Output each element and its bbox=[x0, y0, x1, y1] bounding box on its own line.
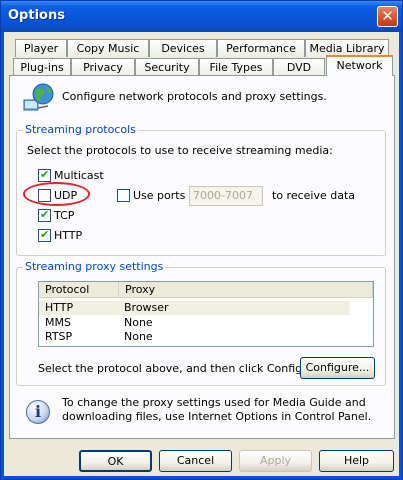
window-frame-left bbox=[1, 32, 4, 480]
http-label: HTTP bbox=[54, 229, 83, 242]
info-icon: i bbox=[26, 400, 50, 424]
protocol-cell: HTTP bbox=[45, 301, 74, 314]
proxy-list[interactable]: Protocol Proxy HTTP Browser MMS None RTS… bbox=[38, 281, 374, 347]
tab-security[interactable]: Security bbox=[135, 58, 199, 76]
tab-privacy[interactable]: Privacy bbox=[71, 58, 135, 76]
tab-dvd[interactable]: DVD bbox=[273, 58, 325, 76]
udp-highlight-ellipse bbox=[23, 182, 90, 206]
tab-devices[interactable]: Devices bbox=[149, 39, 217, 57]
window-title: Options bbox=[8, 8, 65, 23]
table-row[interactable]: MMS None bbox=[39, 316, 350, 330]
intro-text: Configure network protocols and proxy se… bbox=[62, 90, 327, 103]
table-row[interactable]: RTSP None bbox=[39, 330, 350, 344]
ok-button[interactable]: OK bbox=[79, 450, 152, 472]
configure-hint: Select the protocol above, and then clic… bbox=[38, 362, 324, 375]
tab-plug-ins[interactable]: Plug-ins bbox=[13, 58, 71, 76]
cancel-button[interactable]: Cancel bbox=[159, 450, 232, 472]
close-button[interactable]: ✕ bbox=[377, 6, 398, 27]
check-icon: ✔ bbox=[40, 168, 50, 181]
proxy-settings-title: Streaming proxy settings bbox=[23, 260, 166, 273]
column-header-protocol[interactable]: Protocol bbox=[39, 282, 119, 298]
tab-copy-music[interactable]: Copy Music bbox=[67, 39, 149, 57]
receive-data-label: to receive data bbox=[272, 189, 356, 202]
table-row[interactable]: HTTP Browser bbox=[39, 301, 350, 315]
use-ports-checkbox[interactable] bbox=[117, 189, 130, 202]
proxy-cell: None bbox=[124, 316, 153, 329]
streaming-instruction: Select the protocols to use to receive s… bbox=[27, 144, 333, 157]
tab-performance[interactable]: Performance bbox=[217, 39, 305, 57]
streaming-protocols-title: Streaming protocols bbox=[23, 123, 138, 136]
check-icon: ✔ bbox=[40, 228, 50, 241]
tcp-checkbox[interactable]: ✔ bbox=[38, 208, 51, 222]
window-frame-bottom bbox=[1, 476, 402, 479]
network-panel: Configure network protocols and proxy se… bbox=[9, 75, 395, 439]
info-text: To change the proxy settings used for Me… bbox=[62, 396, 372, 423]
title-bar[interactable]: Options ✕ bbox=[1, 1, 402, 32]
window-frame-right bbox=[399, 32, 402, 480]
close-icon: ✕ bbox=[381, 7, 394, 25]
protocol-cell: MMS bbox=[45, 316, 71, 329]
column-header-proxy[interactable]: Proxy bbox=[119, 282, 373, 298]
apply-button[interactable]: Apply bbox=[239, 450, 312, 472]
network-globe-icon bbox=[22, 82, 56, 114]
multicast-checkbox[interactable]: ✔ bbox=[38, 168, 51, 182]
proxy-cell: None bbox=[124, 330, 153, 343]
protocol-cell: RTSP bbox=[45, 330, 73, 343]
configure-button[interactable]: Configure... bbox=[300, 357, 375, 379]
multicast-label: Multicast bbox=[54, 169, 104, 182]
http-checkbox[interactable]: ✔ bbox=[38, 228, 51, 242]
proxy-cell: Browser bbox=[124, 301, 169, 314]
tab-network[interactable]: Network bbox=[326, 55, 393, 76]
options-window: Options ✕ Player Copy Music Devices Perf… bbox=[0, 0, 403, 480]
tcp-label: TCP bbox=[54, 209, 75, 222]
tab-player[interactable]: Player bbox=[15, 39, 67, 57]
check-icon: ✔ bbox=[40, 208, 50, 221]
tab-file-types[interactable]: File Types bbox=[199, 58, 273, 76]
use-ports-label: Use ports bbox=[133, 189, 186, 202]
help-button[interactable]: Help bbox=[319, 450, 394, 472]
ports-input[interactable]: 7000-7007 bbox=[189, 186, 263, 206]
